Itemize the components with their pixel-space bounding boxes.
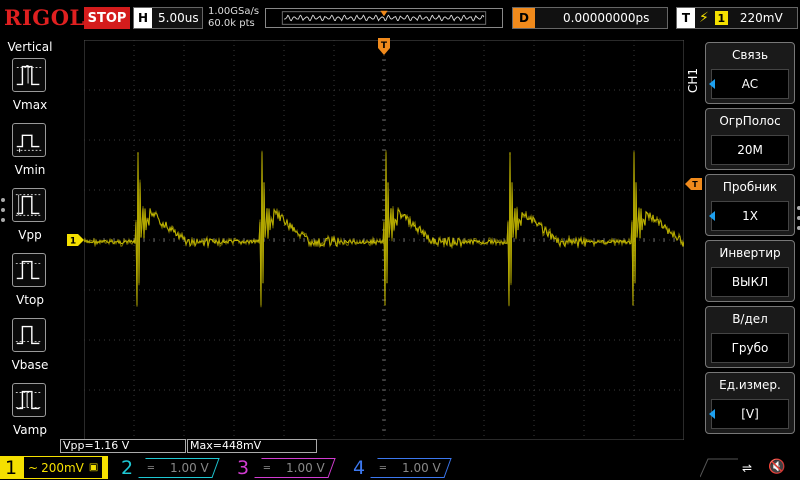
delay-key: D [513,8,535,28]
left-scroll-dots [1,198,5,228]
vmin-icon [12,123,46,157]
vmax-icon [12,58,46,92]
ch3-scale-box: ═ 1.00 V [254,457,336,478]
memory-depth: 60.0k pts [208,18,255,29]
ch1-ground-text: 1 [70,237,76,247]
ch1-number: 1 [4,456,18,479]
probe-menu-item[interactable]: Пробник 1X [705,174,795,236]
trigger-position-text: T [381,41,388,51]
trigger-level: 220mV [739,11,783,25]
vmax-label: Vmax [12,98,48,112]
vamp-label: Vamp [13,423,47,437]
memory-trigger-pointer-icon [380,10,388,17]
measurement-vpp: Vpp=1.16 V [60,439,186,453]
trigger-key: T [677,8,695,28]
bandwidth-limit-menu-item[interactable]: ОгрПолос 20M [705,108,795,170]
probe-title: Пробник [722,180,778,194]
coupling-title: Связь [731,48,769,62]
ch1-scale-box: ~ 200mV ▣ [24,457,103,478]
vbase-icon [12,318,46,352]
acquisition-info: 1.00GSa/s 60.0k pts [208,6,259,30]
units-menu-item[interactable]: Ед.измер. [V] [705,372,795,434]
vtop-label: Vtop [16,293,44,307]
measure-menu-title: Vertical [7,40,53,54]
measurement-max: Max=448mV [187,439,317,453]
vmin-label: Vmin [14,163,46,177]
top-status-bar: RIGOL STOP H 5.00us 1.00GSa/s 60.0k pts … [0,0,800,38]
timebase-box[interactable]: H 5.00us [133,7,203,29]
probe-value: 1X [711,201,789,231]
volts-div-value: Грубо [711,333,789,363]
speaker-muted-icon[interactable]: 🔇 [768,459,785,475]
vpp-label: Vpp [18,228,42,242]
measure-vtop[interactable]: Vtop [12,253,48,313]
ch4-scale-box: ═ 1.00 V [370,457,452,478]
ch1-coupling: ~ [28,460,39,475]
units-arrow-icon [709,409,715,419]
waveform-display[interactable] [84,40,684,440]
ch2-scale: 1.00 V [170,460,209,475]
coupling-value: AC [711,69,789,99]
coupling-arrow-icon [709,79,715,89]
vpp-icon [12,188,46,222]
sample-rate: 1.00GSa/s [208,6,260,17]
vamp-icon [12,383,46,417]
measure-vbase[interactable]: Vbase [12,318,48,378]
ch3-number: 3 [236,456,250,479]
units-title: Ед.измер. [719,378,781,392]
bandwidth-limit-title: ОгрПолос [719,114,781,128]
trigger-position-marker-icon[interactable]: T [377,38,391,56]
status-area-frame [700,458,738,478]
coupling-menu-item[interactable]: Связь AC [705,42,795,104]
ch2-scale-box: ═ 1.00 V [138,457,220,478]
trigger-level-marker-icon[interactable]: T [685,178,703,190]
ch1-ground-marker-icon[interactable]: 1 [66,234,84,246]
volts-div-menu-item[interactable]: В/дел Грубо [705,306,795,368]
ch4-number: 4 [352,456,366,479]
timebase-key: H [134,8,152,28]
ch3-scale: 1.00 V [286,460,325,475]
probe-arrow-icon [709,211,715,221]
invert-value: ВЫКЛ [711,267,789,297]
trigger-source: 1 [714,11,728,25]
ch3-dc-icon: ═ [264,462,271,473]
ch2-dc-icon: ═ [148,462,155,473]
invert-title: Инвертир [719,246,781,260]
measure-vmin[interactable]: Vmin [12,123,48,183]
ch3-status[interactable]: 3 ═ 1.00 V [232,456,344,479]
volts-div-title: В/дел [732,312,768,326]
measure-vmax[interactable]: Vmax [12,58,48,118]
vtop-icon [12,253,46,287]
ch1-menu-tab[interactable]: CH1 [684,60,702,100]
units-value: [V] [711,399,789,429]
ch1-bw-limit-icon: ▣ [88,462,99,473]
measure-vpp[interactable]: Vpp [12,188,48,248]
trigger-level-text: T [692,180,698,189]
measure-menu: Vertical Vmax Vmin Vpp Vtop Vbase Vamp [0,38,60,440]
ch1-scale: 200mV [41,460,84,475]
ch4-scale: 1.00 V [402,460,441,475]
trigger-box[interactable]: T ⚡ 1 220mV [676,7,798,29]
ch2-status[interactable]: 2 ═ 1.00 V [116,456,226,479]
rigol-logo: RIGOL [4,5,85,30]
delay-box[interactable]: D 0.00000000ps [512,7,668,29]
invert-menu-item[interactable]: Инвертир ВЫКЛ [705,240,795,302]
ch2-number: 2 [120,456,134,479]
timebase-value: 5.00us [158,11,199,25]
ch1-status[interactable]: 1 ~ 200mV ▣ [0,456,108,479]
usb-icon: ⇌ [742,461,753,475]
channel-status-bar: 1 ~ 200mV ▣ 2 ═ 1.00 V 3 ═ 1.00 V 4 ═ 1.… [0,455,800,480]
delay-value: 0.00000000ps [563,11,650,25]
run-stop-status[interactable]: STOP [84,7,130,29]
ch4-status[interactable]: 4 ═ 1.00 V [348,456,460,479]
measure-vamp[interactable]: Vamp [12,383,48,443]
vbase-label: Vbase [11,358,49,372]
channel-menu: Связь AC ОгрПолос 20M Пробник 1X Инверти… [705,38,800,440]
bandwidth-limit-value: 20M [711,135,789,165]
ch4-dc-icon: ═ [380,462,387,473]
rising-edge-icon: ⚡ [699,10,709,26]
memory-overview-strip [265,8,503,28]
